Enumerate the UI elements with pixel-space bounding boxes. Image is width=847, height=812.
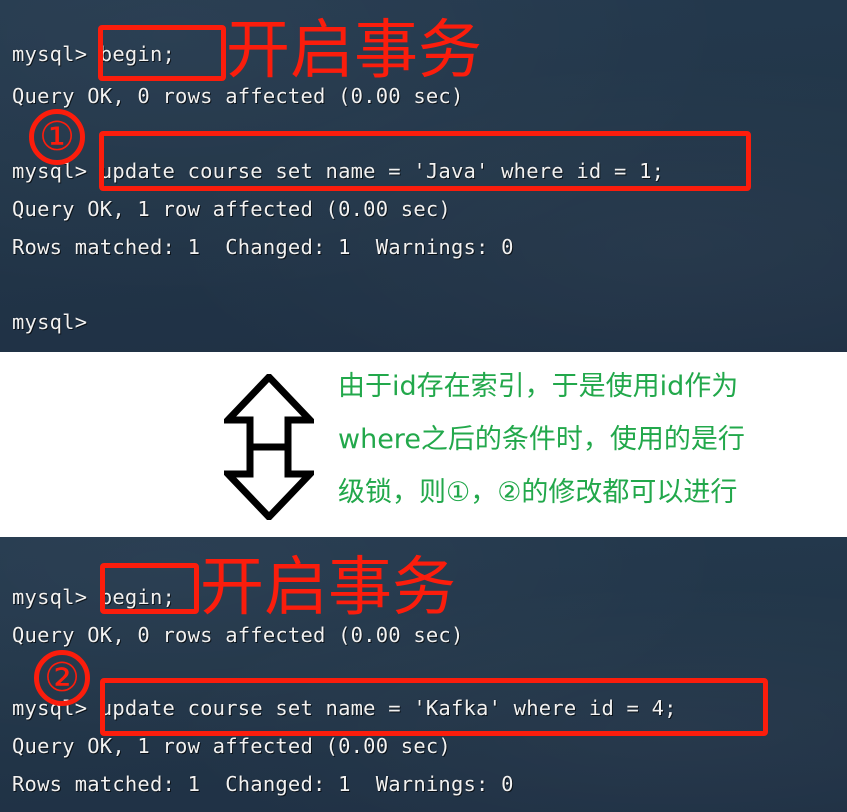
highlight-box-update-bottom (100, 678, 768, 736)
terminal-line: mysql> (12, 310, 88, 334)
explanation-line: where之后的条件时，使用的是行 (338, 424, 745, 455)
explanation-line: 级锁，则①，②的修改都可以进行 (338, 477, 738, 508)
highlight-box-begin-bottom (100, 563, 199, 614)
screenshot-root: mysql> begin; Query OK, 0 rows affected … (0, 0, 847, 812)
explanation-band: 由于id存在索引，于是使用id作为 where之后的条件时，使用的是行 级锁，则… (0, 352, 847, 537)
annotation-marker-two: ② (34, 650, 90, 706)
terminal-line: Rows matched: 1 Changed: 1 Warnings: 0 (12, 772, 514, 796)
explanation-line: 由于id存在索引，于是使用id作为 (338, 371, 739, 402)
highlight-box-update-top (99, 131, 751, 191)
annotation-label-begin-bottom: 开启事务 (200, 551, 456, 625)
terminal-line: Query OK, 0 rows affected (0.00 sec) (12, 84, 464, 108)
annotation-marker-one: ① (29, 109, 85, 165)
terminal-line: Query OK, 1 row affected (0.00 sec) (12, 734, 451, 758)
terminal-line: Query OK, 0 rows affected (0.00 sec) (12, 623, 464, 647)
terminal-line: Query OK, 1 row affected (0.00 sec) (12, 197, 451, 221)
highlight-box-begin-top (98, 25, 226, 81)
double-headed-vertical-arrow-icon (224, 374, 314, 520)
annotation-label-begin-top: 开启事务 (226, 14, 482, 88)
terminal-line: Rows matched: 1 Changed: 1 Warnings: 0 (12, 235, 514, 259)
